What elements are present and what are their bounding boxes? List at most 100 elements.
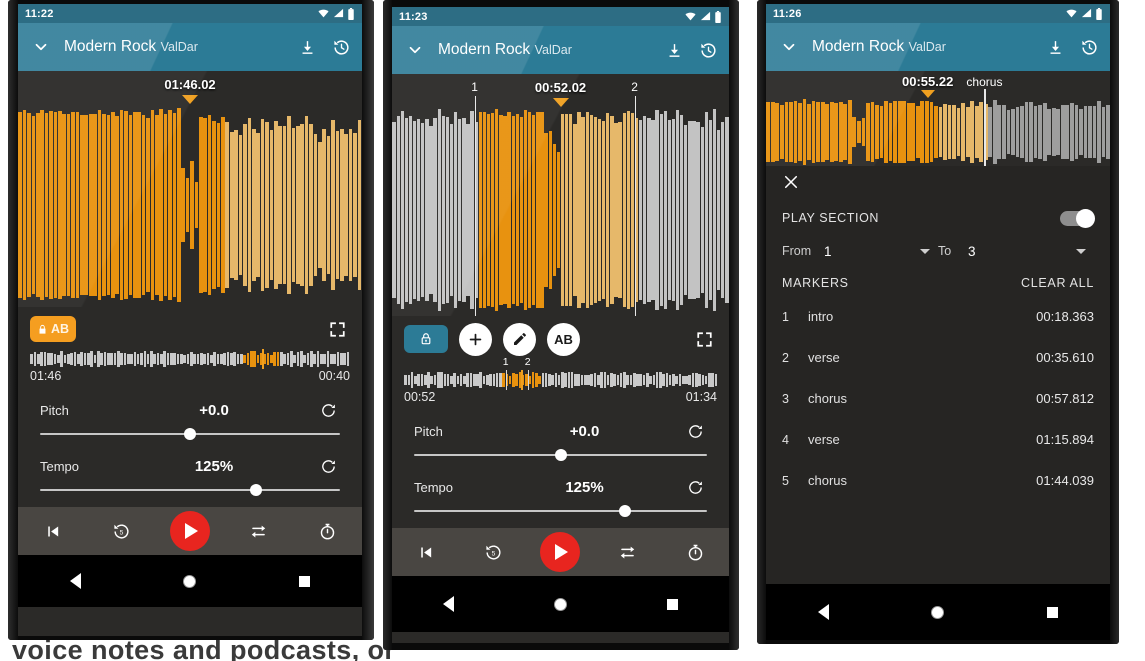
waveform-marker-label: chorus [966, 75, 1003, 89]
phone-1-time-row: 01:46 00:40 [18, 367, 362, 383]
loop-icon[interactable] [239, 511, 279, 551]
marker-name: chorus [808, 391, 848, 406]
pitch-slider[interactable] [40, 427, 340, 441]
fullscreen-icon[interactable] [691, 326, 717, 352]
status-clock: 11:26 [773, 7, 802, 20]
minimap-playhead[interactable] [521, 370, 523, 390]
clear-all-button[interactable]: CLEAR ALL [1021, 276, 1094, 290]
table-row[interactable]: 1 intro 00:18.363 [766, 296, 1110, 337]
markers-label: MARKERS [782, 276, 849, 290]
reset-icon[interactable] [316, 398, 340, 422]
tempo-row: Tempo 125% [18, 451, 362, 481]
reset-icon[interactable] [683, 419, 707, 443]
phone-2-slider-block: Pitch +0.0 Tempo 125% [392, 412, 729, 518]
battery-icon [348, 7, 354, 20]
page-subtitle: ValDar [534, 43, 572, 57]
download-icon[interactable] [659, 35, 689, 65]
back-icon[interactable] [801, 599, 845, 625]
ab-loop-chip[interactable]: AB [30, 316, 77, 342]
reset-icon[interactable] [316, 454, 340, 478]
tempo-slider-knob[interactable] [618, 505, 631, 517]
phone-1-frame: 11:22 Modern Rock ValDar 01:46.02 AB 01:… [8, 0, 374, 640]
home-icon[interactable] [538, 591, 582, 617]
remaining-time: 01:34 [685, 390, 717, 404]
download-icon[interactable] [1040, 32, 1070, 62]
pitch-slider-knob[interactable] [184, 428, 196, 440]
phone-2-android-nav [392, 576, 729, 632]
phone-1-minimap[interactable] [30, 349, 350, 369]
lock-button[interactable] [404, 325, 448, 353]
status-clock: 11:23 [399, 10, 428, 23]
marker-time: 01:44.039 [1036, 473, 1094, 488]
edit-button[interactable] [503, 322, 536, 356]
playhead-time-label: 00:55.22 [902, 74, 954, 89]
page-subtitle: ValDar [908, 40, 946, 54]
phone-1-app-bar: Modern Rock ValDar [18, 23, 362, 71]
play-button[interactable] [540, 532, 581, 572]
skip-previous-icon[interactable] [406, 532, 446, 572]
close-icon[interactable] [782, 173, 800, 196]
timer-icon[interactable] [308, 511, 348, 551]
chevron-down-icon[interactable] [398, 33, 432, 67]
tempo-row: Tempo 125% [392, 472, 729, 502]
back-icon[interactable] [426, 591, 470, 617]
fullscreen-icon[interactable] [324, 316, 350, 342]
phone-3-left-bezel [757, 0, 766, 644]
phone-2-left-bezel [383, 0, 392, 650]
marker-index: 1 [782, 309, 789, 324]
phone-1-right-bezel [362, 0, 374, 640]
play-section-toggle[interactable] [1060, 208, 1095, 228]
skip-previous-icon[interactable] [32, 511, 72, 551]
table-row[interactable]: 3 chorus 00:57.812 [766, 378, 1110, 419]
loop-icon[interactable] [608, 532, 648, 572]
table-row[interactable]: 5 chorus 01:44.039 [766, 460, 1110, 501]
waveform-marker-line [474, 96, 476, 316]
marker-index: 4 [782, 432, 789, 447]
rewind-5-icon[interactable]: 5 [101, 511, 141, 551]
elapsed-time: 00:52 [404, 390, 436, 404]
phone-1-transport-bar: 5 [18, 507, 362, 555]
history-icon[interactable] [693, 35, 723, 65]
recents-icon[interactable] [651, 591, 695, 617]
history-icon[interactable] [1074, 32, 1104, 62]
from-dropdown[interactable]: From 1 [782, 244, 938, 259]
page-title: Modern Rock [812, 38, 905, 55]
marker-name: verse [808, 350, 840, 365]
table-row[interactable]: 4 verse 01:15.894 [766, 419, 1110, 460]
recents-icon[interactable] [1031, 599, 1075, 625]
back-icon[interactable] [53, 568, 97, 594]
pitch-slider[interactable] [414, 448, 707, 462]
phone-3-android-nav [766, 584, 1110, 640]
phone-3-waveform-panel[interactable]: 00:55.22 chorus [766, 71, 1110, 166]
phone-2-minimap[interactable]: 12 [404, 356, 718, 390]
play-button[interactable] [169, 511, 210, 551]
battery-icon [715, 10, 721, 23]
table-row[interactable]: 2 verse 00:35.610 [766, 337, 1110, 378]
tempo-slider[interactable] [40, 483, 340, 497]
phone-2-waveform-panel[interactable]: 00:52.02 1 2 [392, 74, 729, 316]
rewind-5-icon[interactable]: 5 [473, 532, 513, 572]
signal-icon [700, 11, 711, 21]
pitch-slider-knob[interactable] [554, 449, 567, 461]
add-marker-button[interactable] [459, 322, 492, 356]
home-icon[interactable] [916, 599, 960, 625]
marker-index: 5 [782, 473, 789, 488]
to-dropdown[interactable]: To 3 [938, 244, 1094, 259]
timer-icon[interactable] [675, 532, 715, 572]
page-title: Modern Rock [64, 38, 157, 55]
phone-2-status-bar: 11:23 [392, 7, 729, 26]
phone-1-waveform-panel[interactable]: 01:46.02 [18, 71, 362, 307]
tempo-slider-knob[interactable] [250, 484, 262, 496]
chevron-down-icon[interactable] [24, 30, 58, 64]
recents-icon[interactable] [283, 568, 327, 594]
home-icon[interactable] [168, 568, 212, 594]
history-icon[interactable] [326, 32, 356, 62]
chevron-down-icon[interactable] [772, 30, 806, 64]
tempo-slider[interactable] [414, 504, 707, 518]
ab-loop-button[interactable]: AB [547, 322, 580, 356]
download-icon[interactable] [292, 32, 322, 62]
reset-icon[interactable] [683, 475, 707, 499]
minimap-playhead[interactable] [262, 349, 264, 369]
marker-index: 2 [782, 350, 789, 365]
marker-time: 00:57.812 [1036, 391, 1094, 406]
